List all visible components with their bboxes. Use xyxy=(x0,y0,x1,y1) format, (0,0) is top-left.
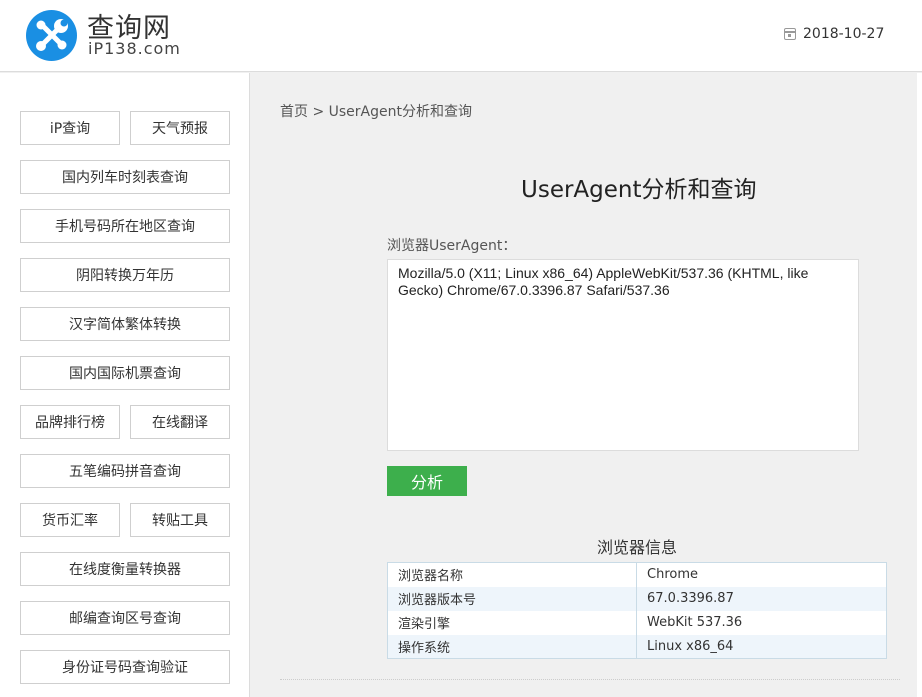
sidebar-item-train-timetable[interactable]: 国内列车时刻表查询 xyxy=(20,160,230,194)
table-row: 操作系统 Linux x86_64 xyxy=(387,634,887,659)
page-title: UserAgent分析和查询 xyxy=(521,177,757,203)
logo-icon[interactable] xyxy=(26,10,77,61)
site-header: 查询网 iP138.com 2018-10-27 xyxy=(0,0,922,72)
main-content: 首页 > UserAgent分析和查询 UserAgent分析和查询 浏览器Us… xyxy=(251,73,917,697)
sidebar-item-calendar[interactable]: 阴阳转换万年历 xyxy=(20,258,230,292)
useragent-textarea[interactable] xyxy=(387,259,859,451)
info-value-render-engine: WebKit 537.36 xyxy=(636,610,887,635)
info-key-render-engine: 渲染引擎 xyxy=(387,610,637,635)
info-value-browser-name: Chrome xyxy=(636,562,887,587)
breadcrumb-current: UserAgent分析和查询 xyxy=(328,104,472,120)
analyze-button[interactable]: 分析 xyxy=(387,466,467,496)
calendar-icon xyxy=(784,28,796,40)
sidebar-item-id-card[interactable]: 身份证号码查询验证 xyxy=(20,650,230,684)
logo-domain[interactable]: iP138.com xyxy=(88,39,181,58)
sidebar-item-postcode[interactable]: 邮编查询区号查询 xyxy=(20,601,230,635)
sidebar-item-mobile-location[interactable]: 手机号码所在地区查询 xyxy=(20,209,230,243)
sidebar-item-repost-tool[interactable]: 转贴工具 xyxy=(130,503,230,537)
browser-info-table: 浏览器名称 Chrome 浏览器版本号 67.0.3396.87 渲染引擎 We… xyxy=(387,562,887,659)
breadcrumb: 首页 > UserAgent分析和查询 xyxy=(280,101,472,121)
useragent-label: 浏览器UserAgent： xyxy=(387,238,517,254)
table-row: 浏览器名称 Chrome xyxy=(387,562,887,587)
sidebar-item-flight-tickets[interactable]: 国内国际机票查询 xyxy=(20,356,230,390)
sidebar-item-translate[interactable]: 在线翻译 xyxy=(130,405,230,439)
sidebar-item-brand-ranking[interactable]: 品牌排行榜 xyxy=(20,405,120,439)
breadcrumb-separator: > xyxy=(308,104,329,120)
breadcrumb-home-link[interactable]: 首页 xyxy=(280,104,308,120)
date-text: 2018-10-27 xyxy=(803,26,885,42)
info-value-browser-version: 67.0.3396.87 xyxy=(636,586,887,611)
browser-info-title: 浏览器信息 xyxy=(596,538,677,557)
sidebar-item-ip-query[interactable]: iP查询 xyxy=(20,111,120,145)
info-key-browser-version: 浏览器版本号 xyxy=(387,586,637,611)
date-display: 2018-10-27 xyxy=(784,25,884,43)
info-key-browser-name: 浏览器名称 xyxy=(387,562,637,587)
page-edge xyxy=(917,73,922,697)
table-row: 渲染引擎 WebKit 537.36 xyxy=(387,610,887,635)
info-key-os: 操作系统 xyxy=(387,634,637,659)
sidebar-item-wubi-pinyin[interactable]: 五笔编码拼音查询 xyxy=(20,454,230,488)
sidebar-item-weather[interactable]: 天气预报 xyxy=(130,111,230,145)
sidebar-item-currency[interactable]: 货币汇率 xyxy=(20,503,120,537)
divider xyxy=(280,679,900,680)
table-row: 浏览器版本号 67.0.3396.87 xyxy=(387,586,887,611)
sidebar-nav: iP查询 天气预报 国内列车时刻表查询 手机号码所在地区查询 阴阳转换万年历 汉… xyxy=(0,73,250,697)
info-value-os: Linux x86_64 xyxy=(636,634,887,659)
sidebar-item-chinese-convert[interactable]: 汉字简体繁体转换 xyxy=(20,307,230,341)
sidebar-item-unit-converter[interactable]: 在线度衡量转换器 xyxy=(20,552,230,586)
